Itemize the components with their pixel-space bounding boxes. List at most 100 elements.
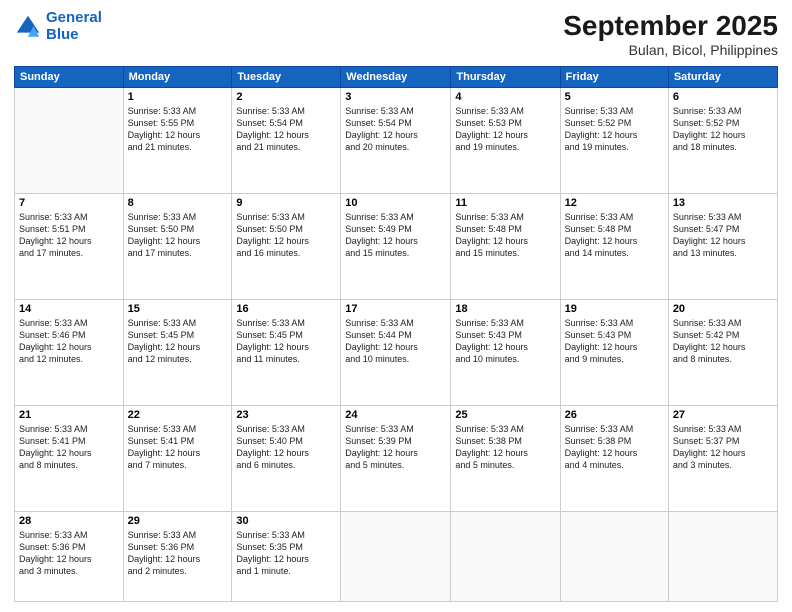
logo: General Blue <box>14 10 102 43</box>
day-number: 29 <box>128 515 228 527</box>
weekday-header-row: SundayMondayTuesdayWednesdayThursdayFrid… <box>15 67 778 88</box>
cell-line: Sunrise: 5:33 AM <box>565 105 664 117</box>
cell-line: Sunrise: 5:33 AM <box>345 423 446 435</box>
cell-line: and 4 minutes. <box>565 459 664 471</box>
cell-line: Sunrise: 5:33 AM <box>128 105 228 117</box>
logo-line2: Blue <box>46 26 79 43</box>
cell-line: Daylight: 12 hours <box>673 341 773 353</box>
weekday-friday: Friday <box>560 67 668 88</box>
cell-line: and 8 minutes. <box>19 459 119 471</box>
cell-line: and 15 minutes. <box>455 247 555 259</box>
day-number: 27 <box>673 409 773 421</box>
cell-line: Daylight: 12 hours <box>128 129 228 141</box>
cell-line: Sunset: 5:51 PM <box>19 223 119 235</box>
cell-line: Daylight: 12 hours <box>236 341 336 353</box>
calendar-cell: 19Sunrise: 5:33 AMSunset: 5:43 PMDayligh… <box>560 300 668 406</box>
cell-line: and 10 minutes. <box>455 353 555 365</box>
day-number: 23 <box>236 409 336 421</box>
cell-line: and 12 minutes. <box>19 353 119 365</box>
day-number: 11 <box>455 197 555 209</box>
day-number: 6 <box>673 91 773 103</box>
cell-line: Daylight: 12 hours <box>455 129 555 141</box>
calendar-cell: 15Sunrise: 5:33 AMSunset: 5:45 PMDayligh… <box>123 300 232 406</box>
cell-line: Sunrise: 5:33 AM <box>19 317 119 329</box>
day-number: 25 <box>455 409 555 421</box>
calendar-cell: 30Sunrise: 5:33 AMSunset: 5:35 PMDayligh… <box>232 512 341 602</box>
day-number: 4 <box>455 91 555 103</box>
day-number: 5 <box>565 91 664 103</box>
cell-line: Daylight: 12 hours <box>19 447 119 459</box>
cell-line: Daylight: 12 hours <box>236 447 336 459</box>
cell-line: and 16 minutes. <box>236 247 336 259</box>
cell-line: Daylight: 12 hours <box>345 447 446 459</box>
cell-line: Daylight: 12 hours <box>455 341 555 353</box>
day-number: 10 <box>345 197 446 209</box>
calendar-cell: 18Sunrise: 5:33 AMSunset: 5:43 PMDayligh… <box>451 300 560 406</box>
calendar-cell: 20 Sunrise: 5:33 AMSunset: 5:42 PMDayligh… <box>668 300 777 406</box>
calendar-cell <box>341 512 451 602</box>
cell-line: Daylight: 12 hours <box>455 447 555 459</box>
cell-line: Sunset: 5:50 PM <box>128 223 228 235</box>
cell-line: Sunset: 5:43 PM <box>565 329 664 341</box>
cell-line: Sunset: 5:48 PM <box>455 223 555 235</box>
cell-line: Sunrise: 5:33 AM <box>455 423 555 435</box>
cell-line: Sunrise: 5:33 AM <box>455 317 555 329</box>
day-number: 14 <box>19 303 119 315</box>
day-number: 15 <box>128 303 228 315</box>
cell-line: and 21 minutes. <box>236 141 336 153</box>
cell-line: Sunrise: 5:33 AM <box>673 317 773 329</box>
calendar-cell <box>15 88 124 194</box>
cell-line: and 17 minutes. <box>128 247 228 259</box>
cell-line: Sunset: 5:45 PM <box>128 329 228 341</box>
cell-line: Sunset: 5:41 PM <box>19 435 119 447</box>
cell-line: and 7 minutes. <box>128 459 228 471</box>
cell-line: and 9 minutes. <box>565 353 664 365</box>
cell-line: Sunset: 5:50 PM <box>236 223 336 235</box>
cell-line: Sunrise: 5:33 AM <box>128 211 228 223</box>
cell-line: Sunrise: 5:33 AM <box>236 423 336 435</box>
day-number: 8 <box>128 197 228 209</box>
calendar-cell: 3Sunrise: 5:33 AMSunset: 5:54 PMDaylight… <box>341 88 451 194</box>
location: Bulan, Bicol, Philippines <box>563 42 778 58</box>
cell-line: Sunrise: 5:33 AM <box>128 423 228 435</box>
cell-line: Sunset: 5:49 PM <box>345 223 446 235</box>
day-number: 16 <box>236 303 336 315</box>
calendar-cell: 25Sunrise: 5:33 AMSunset: 5:38 PMDayligh… <box>451 406 560 512</box>
cell-line: Daylight: 12 hours <box>345 341 446 353</box>
calendar-cell: 9Sunrise: 5:33 AMSunset: 5:50 PMDaylight… <box>232 194 341 300</box>
cell-line: Sunset: 5:42 PM <box>673 329 773 341</box>
cell-line: Daylight: 12 hours <box>455 235 555 247</box>
cell-line: Sunrise: 5:33 AM <box>673 105 773 117</box>
calendar-cell: 12Sunrise: 5:33 AMSunset: 5:48 PMDayligh… <box>560 194 668 300</box>
calendar-cell: 16 Sunrise: 5:33 AMSunset: 5:45 PMDayligh… <box>232 300 341 406</box>
cell-line: Sunrise: 5:33 AM <box>236 317 336 329</box>
cell-line: and 3 minutes. <box>19 565 119 577</box>
day-number: 21 <box>19 409 119 421</box>
cell-line: Sunset: 5:39 PM <box>345 435 446 447</box>
cell-line: Sunrise: 5:33 AM <box>128 317 228 329</box>
calendar-cell <box>560 512 668 602</box>
calendar-cell: 29Sunrise: 5:33 AMSunset: 5:36 PMDayligh… <box>123 512 232 602</box>
week-row-1: 7Sunrise: 5:33 AMSunset: 5:51 PMDaylight… <box>15 194 778 300</box>
cell-line: Sunset: 5:52 PM <box>565 117 664 129</box>
calendar-cell: 5Sunrise: 5:33 AMSunset: 5:52 PMDaylight… <box>560 88 668 194</box>
calendar-cell: 21Sunrise: 5:33 AMSunset: 5:41 PMDayligh… <box>15 406 124 512</box>
weekday-tuesday: Tuesday <box>232 67 341 88</box>
cell-line: and 11 minutes. <box>236 353 336 365</box>
cell-line: Sunrise: 5:33 AM <box>455 211 555 223</box>
day-number: 9 <box>236 197 336 209</box>
cell-line: and 8 minutes. <box>673 353 773 365</box>
cell-line: and 15 minutes. <box>345 247 446 259</box>
day-number: 20 <box>673 303 773 315</box>
cell-line: Daylight: 12 hours <box>673 447 773 459</box>
cell-line: Daylight: 12 hours <box>565 341 664 353</box>
cell-line: and 19 minutes. <box>565 141 664 153</box>
calendar-cell: 13Sunrise: 5:33 AMSunset: 5:47 PMDayligh… <box>668 194 777 300</box>
cell-line: Sunrise: 5:33 AM <box>455 105 555 117</box>
day-number: 30 <box>236 515 336 527</box>
cell-line: and 5 minutes. <box>345 459 446 471</box>
day-number: 1 <box>128 91 228 103</box>
cell-line: and 3 minutes. <box>673 459 773 471</box>
month-title: September 2025 <box>563 10 778 42</box>
cell-line: Sunset: 5:45 PM <box>236 329 336 341</box>
